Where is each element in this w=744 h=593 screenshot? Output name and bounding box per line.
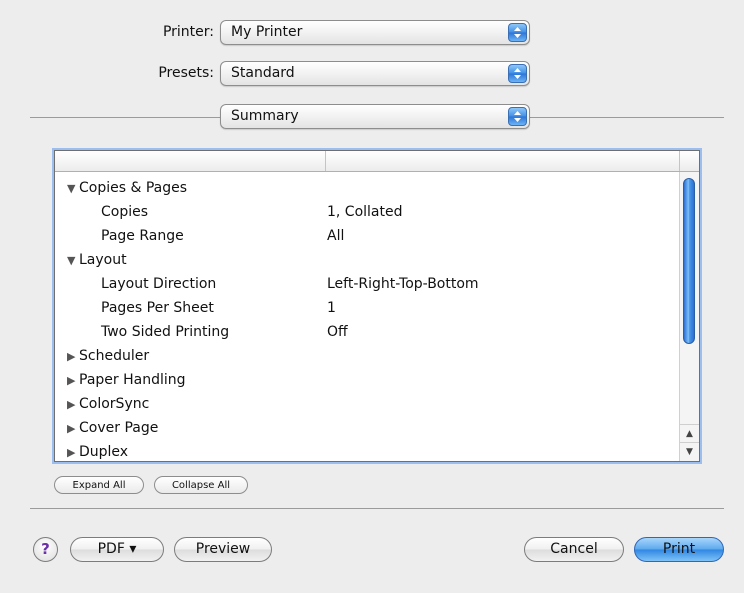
list-item-label: Duplex — [79, 444, 129, 460]
disclosure-triangle-icon[interactable]: ▼ — [67, 249, 79, 273]
list-item-label: Cover Page — [79, 420, 159, 436]
scroll-thumb[interactable] — [683, 178, 695, 344]
list-item-value: All — [327, 228, 345, 244]
list-item[interactable]: ▼ Layout — [67, 248, 679, 272]
column-separator[interactable] — [325, 151, 326, 171]
list-item-label: ColorSync — [79, 396, 150, 412]
printer-label: Printer: — [162, 24, 214, 40]
list-item-label: Copies & Pages — [79, 180, 188, 196]
popup-arrows-icon — [508, 23, 527, 42]
list-item[interactable]: Copies 1, Collated — [101, 200, 679, 224]
disclosure-triangle-icon[interactable]: ▶ — [67, 369, 79, 393]
panel-popup[interactable]: Summary — [220, 104, 530, 129]
column-separator[interactable] — [679, 151, 680, 171]
list-item[interactable]: ▼ Copies & Pages — [67, 176, 679, 200]
list-item-label: Page Range — [101, 228, 184, 244]
list-item[interactable]: Page Range All — [101, 224, 679, 248]
list-item-label: Scheduler — [79, 348, 150, 364]
footer-divider — [30, 508, 724, 509]
section-divider-left — [30, 117, 220, 118]
list-item[interactable]: Layout Direction Left-Right-Top-Bottom — [101, 272, 679, 296]
list-item-value: Left-Right-Top-Bottom — [327, 276, 479, 292]
disclosure-triangle-icon[interactable]: ▼ — [67, 177, 79, 201]
preview-button[interactable]: Preview — [174, 537, 272, 562]
scroll-down-arrow-icon[interactable]: ▼ — [680, 442, 699, 461]
list-item[interactable]: ▶ ColorSync — [67, 392, 679, 416]
disclosure-triangle-icon[interactable]: ▶ — [67, 345, 79, 369]
popup-arrows-icon — [508, 107, 527, 126]
list-item[interactable]: ▶ Scheduler — [67, 344, 679, 368]
list-item[interactable]: Pages Per Sheet 1 — [101, 296, 679, 320]
list-item-label: Layout Direction — [101, 276, 217, 292]
list-item[interactable]: ▶ Paper Handling — [67, 368, 679, 392]
disclosure-triangle-icon[interactable]: ▶ — [67, 393, 79, 417]
printer-popup-value: My Printer — [231, 24, 303, 40]
list-item[interactable]: Two Sided Printing Off — [101, 320, 679, 344]
list-item-value: 1 — [327, 300, 336, 316]
list-body: ▼ Copies & Pages Copies 1, Collated Page Ran… — [55, 172, 679, 461]
pdf-button[interactable]: PDF ▾ — [70, 537, 164, 562]
summary-list[interactable]: ▼ Copies & Pages Copies 1, Collated Page Ran… — [54, 150, 700, 462]
panel-popup-value: Summary — [231, 108, 299, 124]
list-item-label: Copies — [101, 204, 149, 220]
cancel-button[interactable]: Cancel — [524, 537, 624, 562]
list-item-label: Layout — [79, 252, 127, 268]
list-item-label: Two Sided Printing — [101, 324, 230, 340]
help-icon[interactable]: ? — [33, 537, 58, 562]
list-header[interactable] — [55, 151, 699, 172]
list-item-value: 1, Collated — [327, 204, 403, 220]
presets-popup[interactable]: Standard — [220, 61, 530, 86]
vertical-scrollbar[interactable]: ▲ ▼ — [679, 172, 699, 461]
popup-arrows-icon — [508, 64, 527, 83]
list-item[interactable]: ▶ Cover Page — [67, 416, 679, 440]
presets-popup-value: Standard — [231, 65, 295, 81]
list-item-label: Pages Per Sheet — [101, 300, 214, 316]
list-item-label: Paper Handling — [79, 372, 186, 388]
list-item-value: Off — [327, 324, 348, 340]
expand-all-button[interactable]: Expand All — [54, 476, 144, 494]
section-divider-right — [530, 117, 724, 118]
list-item[interactable]: ▶ Duplex — [67, 440, 679, 461]
disclosure-triangle-icon[interactable]: ▶ — [67, 441, 79, 461]
disclosure-triangle-icon[interactable]: ▶ — [67, 417, 79, 441]
scroll-up-arrow-icon[interactable]: ▲ — [680, 424, 699, 443]
collapse-all-button[interactable]: Collapse All — [154, 476, 248, 494]
printer-popup[interactable]: My Printer — [220, 20, 530, 45]
print-button[interactable]: Print — [634, 537, 724, 562]
presets-label: Presets: — [158, 65, 214, 81]
